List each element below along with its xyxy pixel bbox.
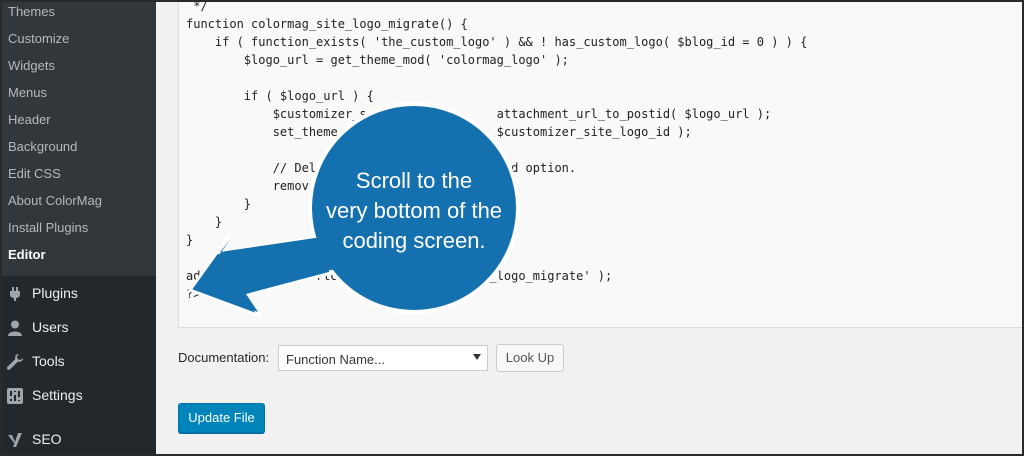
menu-label-plugins: Plugins: [32, 285, 78, 301]
menu-label-users: Users: [32, 319, 69, 335]
submenu-background[interactable]: Background: [8, 139, 77, 154]
menu-plugins[interactable]: Plugins: [0, 276, 156, 310]
documentation-label: Documentation:: [178, 350, 270, 365]
code-line: add_ rter_s site_logo_migrate' );: [186, 269, 613, 283]
callout-line: very bottom of the: [325, 198, 503, 223]
code-line: set_theme_ $customizer_site_logo_id );: [186, 125, 692, 139]
function-name-select-value: Function Name...: [286, 352, 385, 367]
menu-seo[interactable]: SEO: [0, 422, 156, 456]
settings-icon: [7, 388, 23, 404]
function-name-select[interactable]: Function Name...: [278, 345, 488, 371]
yoast-icon: [8, 433, 22, 447]
callout-line: Scroll to the: [355, 168, 473, 193]
user-icon: [8, 320, 22, 336]
update-file-button[interactable]: Update File: [178, 403, 265, 433]
submenu-widgets[interactable]: Widgets: [8, 58, 55, 73]
code-line: if ( $logo_url ) {: [186, 89, 374, 103]
code-line: function colormag_site_logo_migrate() {: [186, 17, 468, 31]
plug-icon: [10, 287, 20, 301]
chevron-down-icon: [473, 354, 481, 360]
submenu-about-colormag[interactable]: About ColorMag: [8, 193, 102, 208]
code-area[interactable]: */ function colormag_site_logo_migrate() …: [186, 0, 807, 303]
menu-settings[interactable]: Settings: [0, 378, 156, 412]
look-up-button[interactable]: Look Up: [496, 344, 564, 372]
menu-label-tools: Tools: [32, 353, 65, 369]
menu-label-settings: Settings: [32, 387, 83, 403]
menu-label-seo: SEO: [32, 431, 62, 447]
code-line: */: [186, 0, 208, 13]
main-content: */ function colormag_site_logo_migrate() …: [156, 0, 1024, 456]
submenu-header[interactable]: Header: [8, 112, 51, 127]
submenu-customize[interactable]: Customize: [8, 31, 69, 46]
admin-sidebar: Themes Customize Widgets Menus Header Ba…: [0, 0, 156, 456]
callout-line: coding screen.: [342, 228, 486, 253]
submenu-install-plugins[interactable]: Install Plugins: [8, 220, 88, 235]
appearance-submenu: Themes Customize Widgets Menus Header Ba…: [0, 0, 156, 276]
submenu-edit-css[interactable]: Edit CSS: [8, 166, 61, 181]
code-line: if ( function_exists( 'the_custom_logo' …: [186, 35, 808, 49]
code-line: $logo_url = get_theme_mod( 'colormag_log…: [186, 53, 569, 67]
submenu-menus[interactable]: Menus: [8, 85, 47, 100]
menu-tools[interactable]: Tools: [0, 344, 156, 378]
menu-users[interactable]: Users: [0, 310, 156, 344]
wrench-icon: [6, 354, 23, 370]
code-line: ?>: [186, 287, 201, 301]
code-editor[interactable]: */ function colormag_site_logo_migrate() …: [178, 0, 1024, 328]
callout-text: Scroll to the very bottom of the coding …: [309, 166, 519, 256]
code-line: $customizer_s attachment_url_to_postid( …: [186, 107, 772, 121]
submenu-editor[interactable]: Editor: [8, 247, 46, 262]
submenu-themes[interactable]: Themes: [8, 4, 55, 19]
